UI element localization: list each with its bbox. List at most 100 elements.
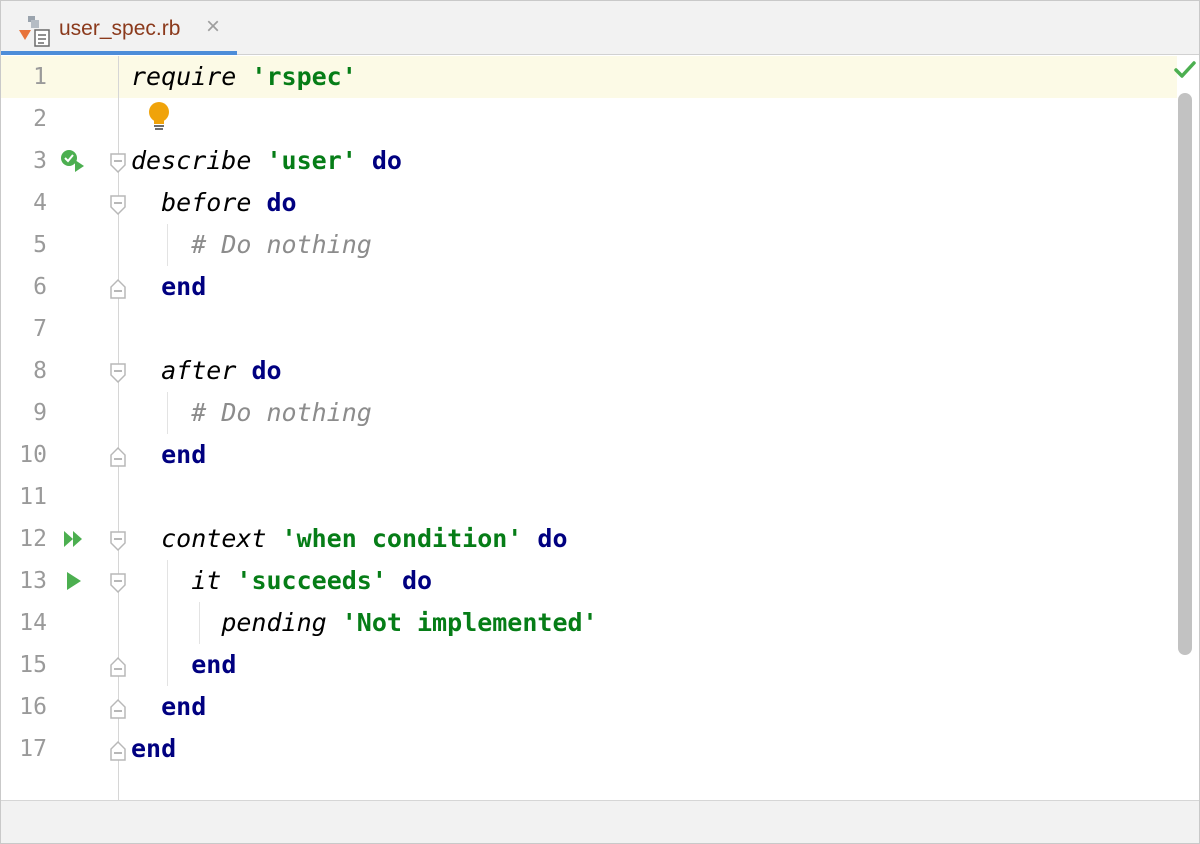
- line-number: 5: [33, 232, 47, 258]
- line-number: 6: [33, 274, 47, 300]
- code-token-kw: do: [371, 146, 402, 175]
- code-token-kw: do: [266, 188, 297, 217]
- code-line[interactable]: end: [131, 686, 206, 728]
- line-number: 2: [33, 106, 47, 132]
- code-token-kw: end: [131, 734, 177, 763]
- code-token-meth: before: [161, 188, 252, 217]
- code-line[interactable]: after do: [131, 350, 282, 392]
- code-token-str: 'when condition': [281, 524, 523, 553]
- editor-bottom-bar: [1, 800, 1199, 843]
- code-token-str: 'Not implemented': [341, 608, 598, 637]
- fold-open-icon[interactable]: [108, 362, 128, 384]
- run-test-passed-icon[interactable]: [59, 148, 85, 174]
- code-token-kw: end: [161, 272, 207, 301]
- code-line[interactable]: end: [131, 434, 206, 476]
- code-line[interactable]: before do: [131, 182, 297, 224]
- code-token-meth: describe: [131, 146, 252, 175]
- code-line[interactable]: require 'rspec': [131, 56, 357, 98]
- code-token-kw: do: [537, 524, 568, 553]
- code-line[interactable]: # Do nothing: [131, 392, 372, 434]
- code-token-str: 'succeeds': [236, 566, 387, 595]
- editor-window: user_spec.rb × 1 2 3 4 5 6 7 8 9 10 11 12 13 14 15 16 17: [0, 0, 1200, 844]
- line-number: 14: [19, 610, 47, 636]
- code-token-kw: end: [161, 692, 207, 721]
- line-number: 7: [33, 316, 47, 342]
- code-line[interactable]: it 'succeeds' do: [131, 560, 432, 602]
- line-number: 13: [19, 568, 47, 594]
- code-token-meth: after: [161, 356, 237, 385]
- line-number: 16: [19, 694, 47, 720]
- line-number: 8: [33, 358, 47, 384]
- fold-close-icon[interactable]: [108, 656, 128, 678]
- editor-tab-bar: user_spec.rb ×: [1, 1, 1199, 55]
- code-token-kw: end: [191, 650, 237, 679]
- checkmark-icon: [1174, 61, 1196, 78]
- run-test-icon[interactable]: [61, 568, 87, 594]
- code-line[interactable]: end: [131, 266, 206, 308]
- fold-close-icon[interactable]: [108, 698, 128, 720]
- code-token-meth: require: [131, 62, 237, 91]
- code-token-meth: context: [161, 524, 267, 553]
- code-token-str: 'user': [266, 146, 357, 175]
- fold-open-icon[interactable]: [108, 572, 128, 594]
- code-line[interactable]: describe 'user' do: [131, 140, 402, 182]
- line-number: 9: [33, 400, 47, 426]
- code-token-cmt: # Do nothing: [191, 230, 372, 259]
- code-line[interactable]: # Do nothing: [131, 224, 372, 266]
- fold-close-icon[interactable]: [108, 278, 128, 300]
- tab-title: user_spec.rb: [59, 17, 181, 40]
- line-number: 12: [19, 526, 47, 552]
- code-line[interactable]: context 'when condition' do: [131, 518, 568, 560]
- code-token-cmt: # Do nothing: [191, 398, 372, 427]
- ruby-test-file-icon: [19, 16, 50, 47]
- line-number: 10: [19, 442, 47, 468]
- line-number: 15: [19, 652, 47, 678]
- code-token-kw: do: [251, 356, 282, 385]
- run-all-tests-icon[interactable]: [61, 526, 87, 552]
- close-icon[interactable]: ×: [203, 15, 223, 39]
- code-token-kw: do: [401, 566, 433, 595]
- line-number: 3: [33, 148, 47, 174]
- fold-open-icon[interactable]: [108, 530, 128, 552]
- code-editor[interactable]: require 'rspec' describe 'user' do before…: [131, 56, 1171, 800]
- code-line[interactable]: pending 'Not implemented': [131, 602, 598, 644]
- line-number: 4: [33, 190, 47, 216]
- code-line[interactable]: end: [131, 644, 236, 686]
- fold-close-icon[interactable]: [108, 446, 128, 468]
- fold-open-icon[interactable]: [108, 152, 128, 174]
- editor-gutter: 1 2 3 4 5 6 7 8 9 10 11 12 13 14 15 16 17: [1, 56, 126, 800]
- fold-open-icon[interactable]: [108, 194, 128, 216]
- code-token-kw: end: [161, 440, 207, 469]
- code-line[interactable]: end: [131, 728, 176, 770]
- line-number: 1: [33, 64, 47, 90]
- code-token-meth: it: [191, 566, 222, 595]
- fold-close-icon[interactable]: [108, 740, 128, 762]
- vertical-scrollbar[interactable]: [1178, 93, 1192, 655]
- code-token-str: 'rspec': [251, 62, 357, 91]
- line-number: 11: [19, 484, 47, 510]
- code-token-meth: pending: [221, 608, 327, 637]
- editor-tab-user-spec[interactable]: user_spec.rb ×: [1, 1, 237, 55]
- line-number: 17: [19, 736, 47, 762]
